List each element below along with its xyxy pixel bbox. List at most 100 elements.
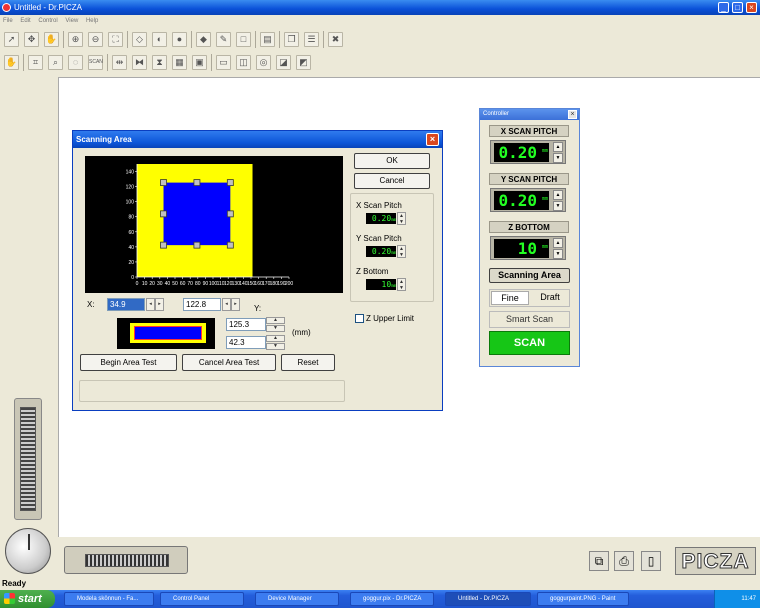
z-slider[interactable] bbox=[20, 407, 36, 511]
selection-area[interactable] bbox=[163, 182, 231, 246]
y-pitch-down-spin[interactable]: ▼ bbox=[553, 201, 563, 211]
resize-handle[interactable] bbox=[226, 241, 234, 249]
layers-icon[interactable]: ▤ bbox=[260, 32, 275, 47]
x-pitch-spinner[interactable]: ▲ ▼ bbox=[397, 212, 406, 225]
menu-control[interactable]: Control bbox=[38, 18, 57, 24]
prism-icon[interactable]: ◪ bbox=[276, 55, 291, 70]
x-scan-pitch-label: X Scan Pitch bbox=[356, 201, 402, 210]
z-bottom-up-spin[interactable]: ▲ bbox=[553, 238, 563, 248]
y-to-input[interactable]: 42.3 bbox=[226, 336, 266, 349]
y-to-up-spin[interactable]: ▲ bbox=[266, 335, 285, 342]
y-from-up-spin[interactable]: ▲ bbox=[266, 317, 285, 324]
task-item[interactable]: Modela skönnun - Fa... bbox=[64, 592, 154, 606]
smart-scan-button[interactable]: Smart Scan bbox=[489, 311, 570, 328]
wireframe-icon[interactable]: ◇ bbox=[132, 32, 147, 47]
solid-icon[interactable]: ◩ bbox=[296, 55, 311, 70]
close-button[interactable]: × bbox=[746, 2, 757, 13]
task-item[interactable]: goggur.pix - Dr.PICZA bbox=[350, 592, 434, 606]
menu-edit[interactable]: Edit bbox=[20, 18, 30, 24]
z-upper-limit-checkbox[interactable] bbox=[355, 314, 364, 323]
task-item[interactable]: Control Panel bbox=[160, 592, 244, 606]
x-pitch-down-spin[interactable]: ▼ bbox=[553, 153, 563, 163]
y-to-down-spin[interactable]: ▼ bbox=[266, 343, 285, 350]
y-pitch-up-spin[interactable]: ▲ bbox=[553, 190, 563, 200]
grid-icon[interactable]: ▦ bbox=[172, 55, 187, 70]
x-to-left-spin[interactable]: ◂ bbox=[222, 298, 231, 311]
windows-icon[interactable]: ⧉ bbox=[589, 551, 609, 571]
y-scan-pitch-header: Y SCAN PITCH bbox=[489, 173, 569, 185]
rotation-dial-icon[interactable] bbox=[5, 528, 51, 574]
x-from-right-spin[interactable]: ▸ bbox=[155, 298, 164, 311]
mirror-icon[interactable]: ⇹ bbox=[112, 55, 127, 70]
begin-area-test-button[interactable]: Begin Area Test bbox=[80, 354, 177, 371]
zoom-in-icon[interactable]: ⊕ bbox=[68, 32, 83, 47]
flip-vertical-icon[interactable]: ⧗ bbox=[152, 55, 167, 70]
box-icon[interactable]: ▭ bbox=[216, 55, 231, 70]
magnify-icon[interactable]: ⌕ bbox=[48, 55, 63, 70]
controller-close-icon[interactable]: × bbox=[568, 110, 577, 119]
z-bottom-down-spin[interactable]: ▼ bbox=[553, 249, 563, 259]
x-from-input[interactable]: 34.9 bbox=[107, 298, 145, 311]
scan-area-plot[interactable]: 0204060801001201400 10 20 30 40 50 60 70 80 90 100… bbox=[85, 156, 343, 293]
cancel-button[interactable]: Cancel bbox=[354, 173, 430, 189]
task-item[interactable]: Untitled - Dr.PICZA bbox=[445, 592, 531, 606]
select-tool-icon[interactable]: ➚ bbox=[4, 32, 19, 47]
eraser-icon[interactable]: ✖ bbox=[328, 32, 343, 47]
dialog-close-icon[interactable]: × bbox=[426, 133, 439, 146]
y-pitch-spinner[interactable]: ▲ ▼ bbox=[397, 245, 406, 258]
stack-icon[interactable]: ☰ bbox=[304, 32, 319, 47]
resize-handle[interactable] bbox=[226, 179, 234, 187]
cylinder-icon[interactable]: ◎ bbox=[256, 55, 271, 70]
move-tool-icon[interactable]: ✥ bbox=[24, 32, 39, 47]
task-item[interactable]: Device Manager bbox=[255, 592, 339, 606]
resize-handle[interactable] bbox=[160, 179, 167, 187]
resize-handle[interactable] bbox=[226, 210, 234, 218]
exit-door-icon[interactable]: ▯ bbox=[641, 551, 661, 571]
maximize-button[interactable]: □ bbox=[732, 2, 743, 13]
fill-icon[interactable]: ◆ bbox=[196, 32, 211, 47]
menu-help[interactable]: Help bbox=[86, 18, 98, 24]
lasso-icon[interactable]: ◌ bbox=[68, 55, 83, 70]
scan-tool-icon[interactable]: SCAN bbox=[88, 55, 103, 70]
minimize-button[interactable]: _ bbox=[718, 2, 729, 13]
frame-icon[interactable]: ▣ bbox=[192, 55, 207, 70]
task-item[interactable]: goggurpaint.PNG - Paint bbox=[537, 592, 629, 606]
zoom-out-icon[interactable]: ⊖ bbox=[88, 32, 103, 47]
draft-button[interactable]: Draft bbox=[531, 291, 569, 305]
menu-file[interactable]: File bbox=[3, 18, 13, 24]
rect-icon[interactable]: □ bbox=[236, 32, 251, 47]
resize-handle[interactable] bbox=[160, 241, 167, 249]
x-pitch-up-spin[interactable]: ▲ bbox=[553, 142, 563, 152]
hand-icon[interactable]: ✋ bbox=[4, 55, 19, 70]
x-from-left-spin[interactable]: ◂ bbox=[146, 298, 155, 311]
printer-icon[interactable]: ⎙ bbox=[614, 551, 634, 571]
y-from-down-spin[interactable]: ▼ bbox=[266, 325, 285, 332]
resize-handle[interactable] bbox=[193, 241, 201, 249]
x-to-input[interactable]: 122.8 bbox=[183, 298, 221, 311]
cancel-area-test-button[interactable]: Cancel Area Test bbox=[182, 354, 276, 371]
fine-button[interactable]: Fine bbox=[491, 291, 529, 305]
menu-view[interactable]: View bbox=[65, 18, 78, 24]
ok-button[interactable]: OK bbox=[354, 153, 430, 169]
resize-handle[interactable] bbox=[193, 179, 201, 187]
sphere-icon[interactable]: ● bbox=[172, 32, 187, 47]
grab-tool-icon[interactable]: ✋ bbox=[44, 32, 59, 47]
x-to-right-spin[interactable]: ▸ bbox=[231, 298, 240, 311]
flip-icon[interactable]: ⧓ bbox=[132, 55, 147, 70]
shade-icon[interactable]: ◐ bbox=[152, 32, 167, 47]
copy-icon[interactable]: ❐ bbox=[284, 32, 299, 47]
zoom-fit-icon[interactable]: ⛶ bbox=[108, 32, 123, 47]
scan-button[interactable]: SCAN bbox=[489, 331, 570, 355]
z-slider-frame bbox=[14, 398, 42, 520]
pen-icon[interactable]: ✎ bbox=[216, 32, 231, 47]
crop-icon[interactable]: ⌗ bbox=[28, 55, 43, 70]
x-tick-label: 50 bbox=[172, 281, 178, 287]
resize-handle[interactable] bbox=[160, 210, 167, 218]
cube-icon[interactable]: ◫ bbox=[236, 55, 251, 70]
start-button[interactable]: start bbox=[0, 590, 55, 608]
reset-button[interactable]: Reset bbox=[281, 354, 335, 371]
scanning-area-button[interactable]: Scanning Area bbox=[489, 268, 570, 283]
z-bottom-spinner[interactable]: ▲ ▼ bbox=[397, 278, 406, 291]
rotation-slider[interactable] bbox=[85, 554, 169, 567]
y-from-input[interactable]: 125.3 bbox=[226, 318, 266, 331]
